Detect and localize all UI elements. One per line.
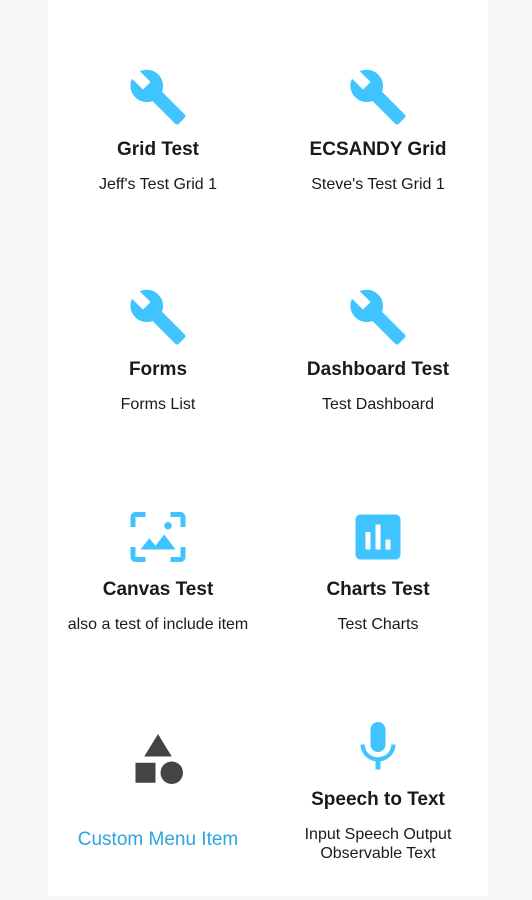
tile-title: Canvas Test bbox=[102, 578, 214, 600]
wrench-icon bbox=[348, 67, 408, 127]
previous-row-edge bbox=[48, 0, 488, 20]
tile-subtitle: Input Speech Output Observable Text bbox=[304, 826, 452, 862]
tile-grid-test[interactable]: Grid Test Jeff's Test Grid 1 bbox=[48, 20, 268, 240]
tile-subtitle: Forms List bbox=[120, 395, 196, 413]
tile-title: Dashboard Test bbox=[306, 358, 450, 380]
tile-title: Grid Test bbox=[117, 138, 199, 160]
tile-title: Charts Test bbox=[326, 578, 430, 600]
wrench-icon bbox=[128, 67, 188, 127]
wrench-icon bbox=[348, 287, 408, 347]
tile-canvas-test[interactable]: Canvas Test also a test of include item bbox=[48, 460, 268, 680]
tile-ecsandy-grid[interactable]: ECSANDY Grid Steve's Test Grid 1 bbox=[268, 20, 488, 240]
custom-menu-item-link[interactable]: Custom Menu Item bbox=[78, 829, 239, 851]
tile-title: Speech to Text bbox=[311, 789, 445, 810]
tile-forms[interactable]: Forms Forms List bbox=[48, 240, 268, 460]
tile-subtitle: Jeff's Test Grid 1 bbox=[98, 175, 218, 193]
tile-custom-menu-item[interactable]: Custom Menu Item bbox=[48, 680, 268, 900]
wrench-icon bbox=[128, 287, 188, 347]
tile-subtitle: Test Charts bbox=[337, 615, 419, 633]
tile-title: Forms bbox=[128, 358, 188, 380]
microphone-icon bbox=[348, 717, 408, 777]
menu-container: Grid Test Jeff's Test Grid 1 ECSANDY Gri… bbox=[48, 0, 488, 896]
tile-subtitle: Test Dashboard bbox=[321, 395, 435, 413]
menu-grid: Grid Test Jeff's Test Grid 1 ECSANDY Gri… bbox=[48, 20, 488, 900]
tile-charts-test[interactable]: Charts Test Test Charts bbox=[268, 460, 488, 680]
tile-title: ECSANDY Grid bbox=[309, 138, 447, 160]
tile-speech-to-text[interactable]: Speech to Text Input Speech Output Obser… bbox=[268, 680, 488, 900]
tile-subtitle: Steve's Test Grid 1 bbox=[311, 175, 445, 193]
tile-dashboard-test[interactable]: Dashboard Test Test Dashboard bbox=[268, 240, 488, 460]
bar-chart-icon bbox=[348, 507, 408, 567]
tile-subtitle: also a test of include item bbox=[67, 615, 249, 633]
shapes-icon bbox=[128, 729, 188, 789]
image-frame-icon bbox=[128, 507, 188, 567]
